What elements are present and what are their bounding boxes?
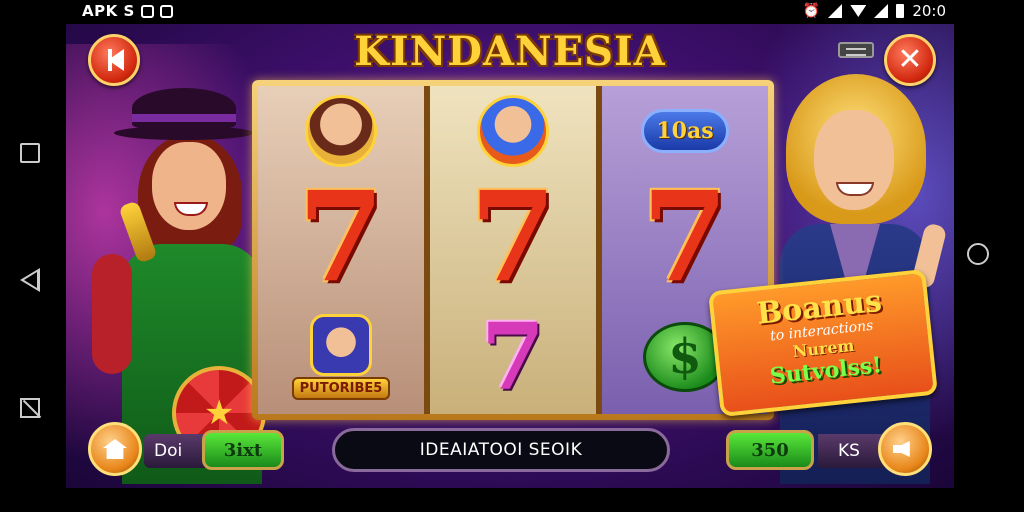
rotate-screen-icon[interactable] xyxy=(20,398,40,418)
close-icon: ✕ xyxy=(897,42,923,77)
status-time: 20:0 xyxy=(912,2,946,20)
signal-icon-2 xyxy=(874,4,889,18)
home-button[interactable] xyxy=(88,422,142,476)
android-status-bar: APK S ⏰ 20:0 xyxy=(0,0,1024,24)
reels: 7 PUTORIBE5 7 7 10as 7 $ xyxy=(258,86,768,414)
lady-hat xyxy=(132,88,236,128)
lady-hat-brim xyxy=(114,126,254,140)
bottom-bar: Doi 3ixt IDEAIATOOI SEOIK 350 KS xyxy=(66,420,954,488)
signal-icon xyxy=(828,4,843,18)
notification-icon xyxy=(140,4,154,18)
reel-3-top-symbol: 10as xyxy=(602,86,768,176)
alarm-icon: ⏰ xyxy=(802,3,821,19)
app-icon xyxy=(159,4,173,18)
lady-face xyxy=(152,142,226,230)
status-left: APK S xyxy=(82,2,173,20)
reel-2-middle-symbol: 7 xyxy=(430,165,596,310)
seven-symbol: 7 xyxy=(297,165,385,310)
android-nav-bar xyxy=(0,24,66,512)
back-arrow-icon xyxy=(108,49,124,71)
reel-2-top-symbol xyxy=(430,86,596,176)
back-button[interactable] xyxy=(88,34,140,86)
android-nav-bar-right xyxy=(954,24,1024,512)
reel-1: 7 PUTORIBE5 xyxy=(258,86,424,414)
shield-label: PUTORIBE5 xyxy=(291,377,391,400)
reel-frame: 7 PUTORIBE5 7 7 10as 7 $ xyxy=(252,80,774,420)
shield-symbol: PUTORIBE5 xyxy=(286,314,396,400)
menu-icon[interactable] xyxy=(838,42,874,58)
wifi-icon xyxy=(850,5,867,17)
recent-apps-icon[interactable] xyxy=(20,143,40,163)
reel-3-middle-symbol: 7 xyxy=(602,165,768,310)
game-title: KINDANESIA xyxy=(354,28,666,75)
home-icon xyxy=(103,439,127,459)
win-value-button[interactable]: 350 xyxy=(726,430,814,470)
purple-seven-symbol: 7 xyxy=(480,303,545,411)
bet-button[interactable]: 3ixt xyxy=(202,430,284,470)
badge-symbol: 10as xyxy=(641,109,729,153)
sound-button[interactable] xyxy=(878,422,932,476)
reel-1-bottom-symbol: PUTORIBE5 xyxy=(258,302,424,412)
emblem-symbol xyxy=(477,95,549,167)
bonus-badge[interactable]: Boanus to interactions Nurem Sutvolss! xyxy=(708,268,938,418)
shield-portrait xyxy=(310,314,372,376)
status-app-label: APK S xyxy=(82,2,135,20)
seven-symbol: 7 xyxy=(469,165,557,310)
portrait-symbol xyxy=(305,95,377,167)
reel-1-middle-symbol: 7 xyxy=(258,165,424,310)
speaker-icon xyxy=(893,441,910,457)
seven-symbol: 7 xyxy=(641,165,729,310)
lady-hat-band xyxy=(132,114,236,122)
battery-icon xyxy=(896,4,905,18)
reel-2-bottom-symbol: 7 xyxy=(430,302,596,412)
nav-home-icon[interactable] xyxy=(967,243,989,265)
reel-2: 7 7 xyxy=(430,86,596,414)
slot-game: KINDANESIA ✕ ★ 7 PUTORIBE5 7 7 10as 7 $ … xyxy=(66,24,954,488)
left-label: Doi xyxy=(144,434,210,468)
reel-1-top-symbol xyxy=(258,86,424,176)
nav-back-icon[interactable] xyxy=(20,268,40,292)
status-message: IDEAIATOOI SEOIK xyxy=(332,428,670,472)
status-right: ⏰ 20:0 xyxy=(803,2,946,20)
lady-arm xyxy=(92,254,132,374)
